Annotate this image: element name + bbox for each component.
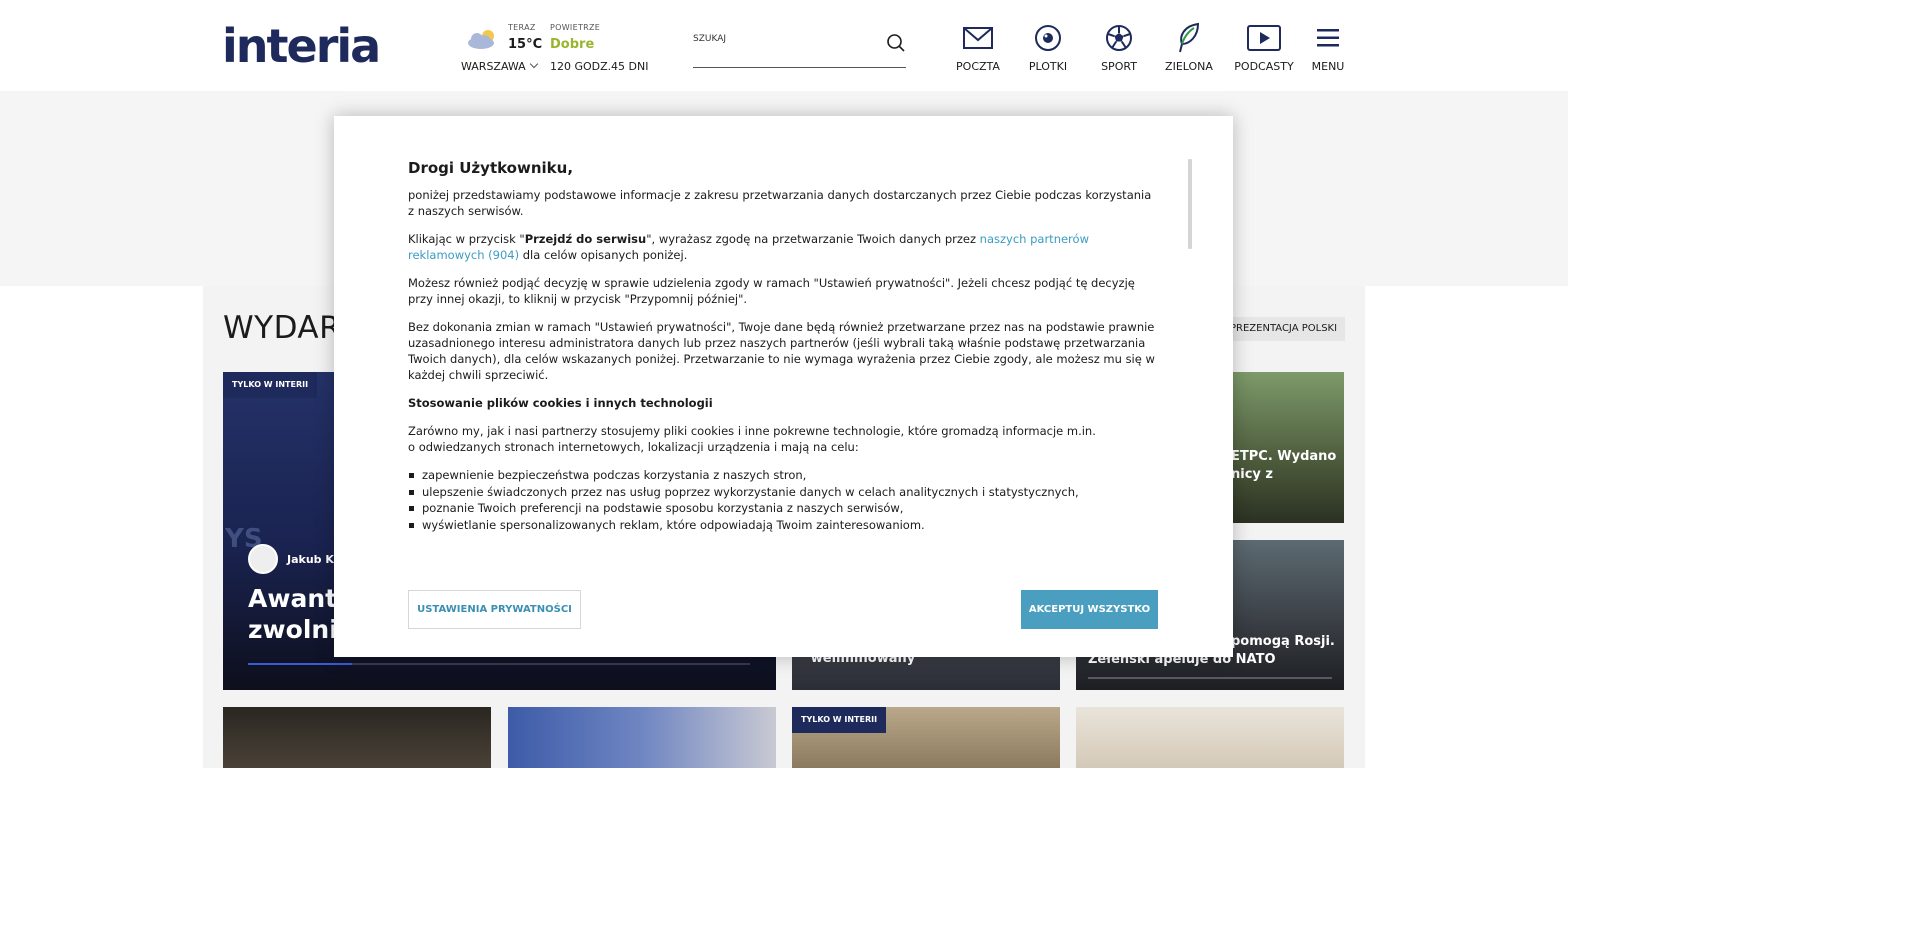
badge-tylko-w-interii: TYLKO W INTERII [223, 372, 318, 398]
nav-label: SPORT [1101, 60, 1137, 73]
consent-dialog: Drogi Użytkowniku, poniżej przedstawiamy… [334, 116, 1233, 657]
city-name: WARSZAWA [461, 60, 526, 73]
chevron-down-icon [529, 59, 538, 69]
weather-temperature[interactable]: 15°C [508, 37, 542, 52]
accept-all-button[interactable]: AKCEPTUJ WSZYSTKO [1021, 590, 1158, 629]
forecast-45d-link[interactable]: 45 DNI [611, 60, 648, 73]
scrollbar[interactable] [1188, 159, 1192, 249]
consent-content[interactable]: Drogi Użytkowniku, poniżej przedstawiamy… [408, 158, 1160, 558]
nav-menu[interactable]: MENU [1293, 22, 1363, 73]
interia-logo[interactable]: interia [222, 22, 381, 70]
privacy-settings-button[interactable]: USTAWIENIA PRYWATNOŚCI [408, 590, 581, 629]
search-icon[interactable] [886, 33, 906, 53]
text: Zarówno my, jak i nasi partnerzy stosuje… [408, 424, 1096, 438]
nav-plotki[interactable]: PLOTKI [1013, 22, 1083, 73]
author-avatar [248, 544, 278, 574]
cloudy-sun-icon [468, 30, 494, 49]
site-header: interia TERAZ 15°C POWIETRZE Dobre WARSZ… [0, 0, 1568, 91]
air-quality-value[interactable]: Dobre [550, 37, 594, 52]
text: o odwiedzanych stronach internetowych, l… [408, 440, 859, 454]
list-item: poznanie Twoich preferencji na podstawie… [408, 500, 1160, 517]
forecast-120h-link[interactable]: 120 GODZ. [550, 60, 611, 73]
leaf-icon [1179, 22, 1200, 53]
tag-prezentacja-polski[interactable]: PREZENTACJA POLSKI [1222, 317, 1346, 341]
list-item: wyświetlanie spersonalizowanych reklam, … [408, 517, 1160, 534]
text: dla celów opisanych poniżej. [519, 248, 688, 262]
air-quality-label: POWIETRZE [550, 23, 601, 32]
consent-paragraph-legitimate-interest: Bez dokonania zmian w ramach "Ustawień p… [408, 320, 1155, 382]
city-selector[interactable]: WARSZAWA [461, 59, 538, 73]
nav-label: MENU [1311, 60, 1345, 73]
cookies-heading: Stosowanie plików cookies i innych techn… [408, 396, 713, 410]
right-headline-line1: pomogą Rosji. [1231, 634, 1335, 649]
news-tile-bottom-1[interactable] [223, 707, 491, 768]
mail-icon [963, 27, 993, 49]
hamburger-icon [1317, 29, 1339, 47]
nav-poczta[interactable]: POCZTA [943, 22, 1013, 73]
text: ", wyrażasz zgodę na przetwarzanie Twoic… [646, 232, 980, 246]
text: Klikając w przycisk " [408, 232, 525, 246]
badge-tylko-w-interii: TYLKO W INTERII [792, 707, 887, 733]
search-input[interactable] [693, 34, 873, 44]
consent-title: Drogi Użytkowniku, [408, 159, 574, 177]
nav-podcasty[interactable]: PODCASTY [1229, 22, 1299, 73]
news-tile-bottom-4[interactable] [1076, 707, 1344, 768]
top-right-headline-line1: ETPC. Wydano [1231, 449, 1337, 464]
nav-zielona[interactable]: ZIELONA [1154, 22, 1224, 73]
underline-progress [248, 663, 352, 665]
play-icon [1247, 25, 1281, 51]
consent-paragraph-settings: Możesz również podjąć decyzję w sprawie … [408, 276, 1135, 306]
nav-label: POCZTA [956, 60, 1000, 73]
nav-label: ZIELONA [1165, 60, 1213, 73]
weather-now-label: TERAZ [508, 23, 536, 32]
search-box [693, 30, 906, 68]
top-right-headline-line2: nicy z [1231, 467, 1273, 482]
nav-label: PODCASTY [1234, 60, 1294, 73]
text-bold: Przejdź do serwisu [524, 232, 647, 246]
list-item: ulepszenie świadczonych przez nas usług … [408, 484, 1160, 501]
nav-label: PLOTKI [1028, 60, 1068, 73]
soccer-ball-icon [1106, 25, 1132, 51]
list-item: zapewnienie bezpieczeństwa podczas korzy… [408, 467, 1160, 484]
underline [1088, 677, 1332, 679]
consent-paragraph-intro: poniżej przedstawiamy podstawowe informa… [408, 188, 1152, 218]
cookies-purpose-list: zapewnienie bezpieczeństwa podczas korzy… [408, 467, 1160, 533]
consent-paragraph-accept: Klikając w przycisk "Przejdź do serwisu"… [408, 231, 1160, 263]
cookies-paragraph: Zarówno my, jak i nasi partnerzy stosuje… [408, 423, 1160, 455]
news-tile-bottom-3[interactable]: TYLKO W INTERII [792, 707, 1060, 768]
news-tile-bottom-2[interactable] [508, 707, 776, 768]
nav-sport[interactable]: SPORT [1084, 22, 1154, 73]
eye-icon [1035, 25, 1061, 51]
